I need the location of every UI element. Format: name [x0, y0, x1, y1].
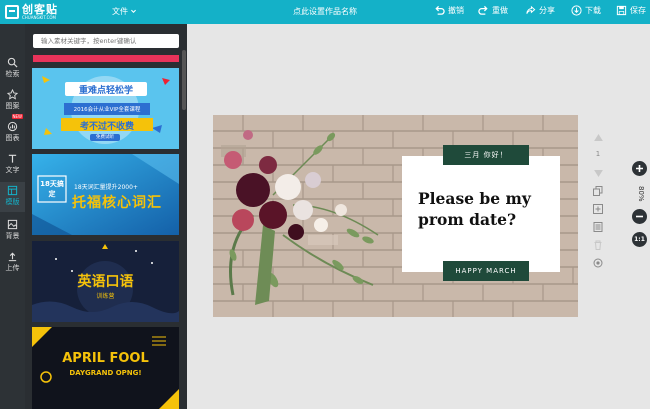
template-4-line2: DAYGRAND OPNG! [69, 369, 142, 377]
sidebar-item-upload[interactable]: 上传 [0, 248, 25, 278]
template-2-line1: 18天词汇量提升2000+ [74, 184, 138, 191]
undo-label: 撤销 [448, 6, 464, 15]
share-button[interactable]: 分享 [525, 5, 555, 16]
sidebar-item-text[interactable]: 文字 [0, 150, 25, 180]
template-1-line3: 考不过不收费 [79, 122, 134, 132]
download-icon [571, 5, 582, 16]
share-icon [526, 5, 536, 14]
zoom-value: 80% [637, 186, 645, 202]
sidebar-item-label: 图表 [5, 134, 20, 142]
search-input[interactable] [33, 34, 179, 48]
chevron-down-icon [131, 9, 136, 13]
sidebar-item-label: 模版 [5, 198, 20, 206]
template-2-tag: 18天搞定 [40, 180, 64, 198]
sidebar-item-charts[interactable]: NEW 图表 [0, 114, 25, 148]
sidebar-item-templates[interactable]: 模版 [0, 182, 25, 212]
logo-subtitle: CHUANGKIT.COM [22, 15, 56, 20]
sidebar-item-label: 图案 [5, 102, 20, 110]
page-settings-icon [593, 222, 603, 232]
sidebar-item-label: 文字 [5, 166, 20, 174]
background-icon [7, 219, 18, 230]
template-thumbnail[interactable]: APRIL FOOL DAYGRAND OPNG! [32, 327, 179, 409]
template-3-line1: 英语口语 [77, 274, 134, 290]
template-1-line2: 2016会计从业VIP全套课程 [73, 107, 141, 113]
template-icon [7, 185, 18, 196]
redo-button[interactable]: 重做 [478, 5, 508, 16]
template-thumbnail[interactable]: 重难点轻松学 2016会计从业VIP全套课程 考不过不收费 免费试听 [32, 68, 179, 149]
template-1-line1: 重难点轻松学 [78, 86, 133, 96]
upload-icon [8, 252, 17, 262]
logo[interactable]: 创客贴 CHUANGKIT.COM [5, 2, 58, 22]
zoom-in-button[interactable] [632, 161, 647, 176]
page-up-button[interactable] [589, 130, 607, 144]
page-settings-button[interactable] [589, 220, 607, 234]
search-icon [7, 57, 18, 68]
save-icon [616, 5, 627, 16]
triangle-down-icon [593, 169, 603, 177]
template-thumbnail[interactable]: 英语口语 训练营 [32, 241, 179, 322]
plus-icon [636, 165, 643, 172]
sidebar-item-shapes[interactable]: 图案 [0, 86, 25, 116]
date-tag[interactable]: 三月 你好！ [443, 145, 529, 165]
zoom-out-button[interactable] [632, 209, 647, 224]
headline-line-1: Please be my [418, 189, 531, 208]
page-down-button[interactable] [589, 166, 607, 180]
undo-icon [435, 5, 445, 15]
download-button[interactable]: 下载 [571, 5, 601, 16]
template-thumbnail[interactable]: 18天搞定 18天词汇量提升2000+ 托福核心词汇 [32, 154, 179, 235]
template-4-line1: APRIL FOOL [62, 351, 149, 366]
sidebar-item-label: 上传 [5, 264, 20, 272]
logo-icon [5, 5, 19, 19]
save-button[interactable]: 保存 [616, 5, 646, 16]
template-strip[interactable] [33, 55, 179, 62]
design-canvas[interactable]: 三月 你好！ Please be my prom date? HAPPY MAR… [213, 115, 578, 317]
file-menu-label: 文件 [112, 7, 128, 16]
top-bar: 创客贴 CHUANGKIT.COM 文件 点此设置作品名称 撤销 重做 分享 下… [0, 0, 650, 24]
template-4-graphic [32, 327, 179, 409]
fit-to-screen-button[interactable]: 1:1 [632, 232, 647, 247]
footer-tag[interactable]: HAPPY MARCH [443, 261, 529, 281]
eye-icon [593, 258, 603, 268]
share-label: 分享 [539, 6, 555, 15]
template-3-line2: 训练营 [96, 293, 115, 300]
copy-page-button[interactable] [589, 184, 607, 198]
shape-icon [7, 89, 18, 100]
text-icon [8, 154, 17, 163]
triangle-up-icon [593, 133, 603, 141]
file-menu[interactable]: 文件 [112, 6, 137, 17]
headline[interactable]: Please be my prom date? [418, 188, 553, 230]
save-label: 保存 [630, 6, 646, 15]
add-page-button[interactable] [589, 202, 607, 216]
sidebar-item-search[interactable]: 检索 [0, 54, 25, 84]
undo-button[interactable]: 撤销 [434, 5, 464, 16]
page-number: 1 [595, 150, 601, 158]
chart-icon [7, 121, 18, 132]
template-2-line2: 托福核心词汇 [72, 195, 162, 211]
sidebar-item-label: 背景 [5, 232, 20, 240]
sidebar: 检索 图案 NEW 图表 文字 模版 背景 上传 [0, 24, 25, 409]
minus-icon [636, 215, 643, 218]
sidebar-item-label: 检索 [5, 70, 20, 78]
design-title[interactable]: 点此设置作品名称 [293, 7, 357, 16]
panel-scrollbar[interactable] [182, 50, 186, 110]
download-label: 下载 [585, 6, 601, 15]
add-page-icon [593, 204, 603, 214]
template-1-line4: 免费试听 [96, 135, 114, 140]
redo-icon [478, 5, 488, 15]
new-badge: NEW [11, 114, 23, 119]
copy-icon [593, 186, 603, 196]
preview-button[interactable] [589, 256, 607, 270]
sidebar-item-background[interactable]: 背景 [0, 216, 25, 246]
delete-page-button[interactable] [589, 238, 607, 252]
text-card[interactable]: 三月 你好！ Please be my prom date? HAPPY MAR… [402, 145, 560, 281]
logo-name: 创客贴 [22, 3, 58, 16]
redo-label: 重做 [492, 6, 508, 15]
trash-icon [594, 240, 602, 250]
headline-line-2: prom date? [418, 210, 517, 229]
